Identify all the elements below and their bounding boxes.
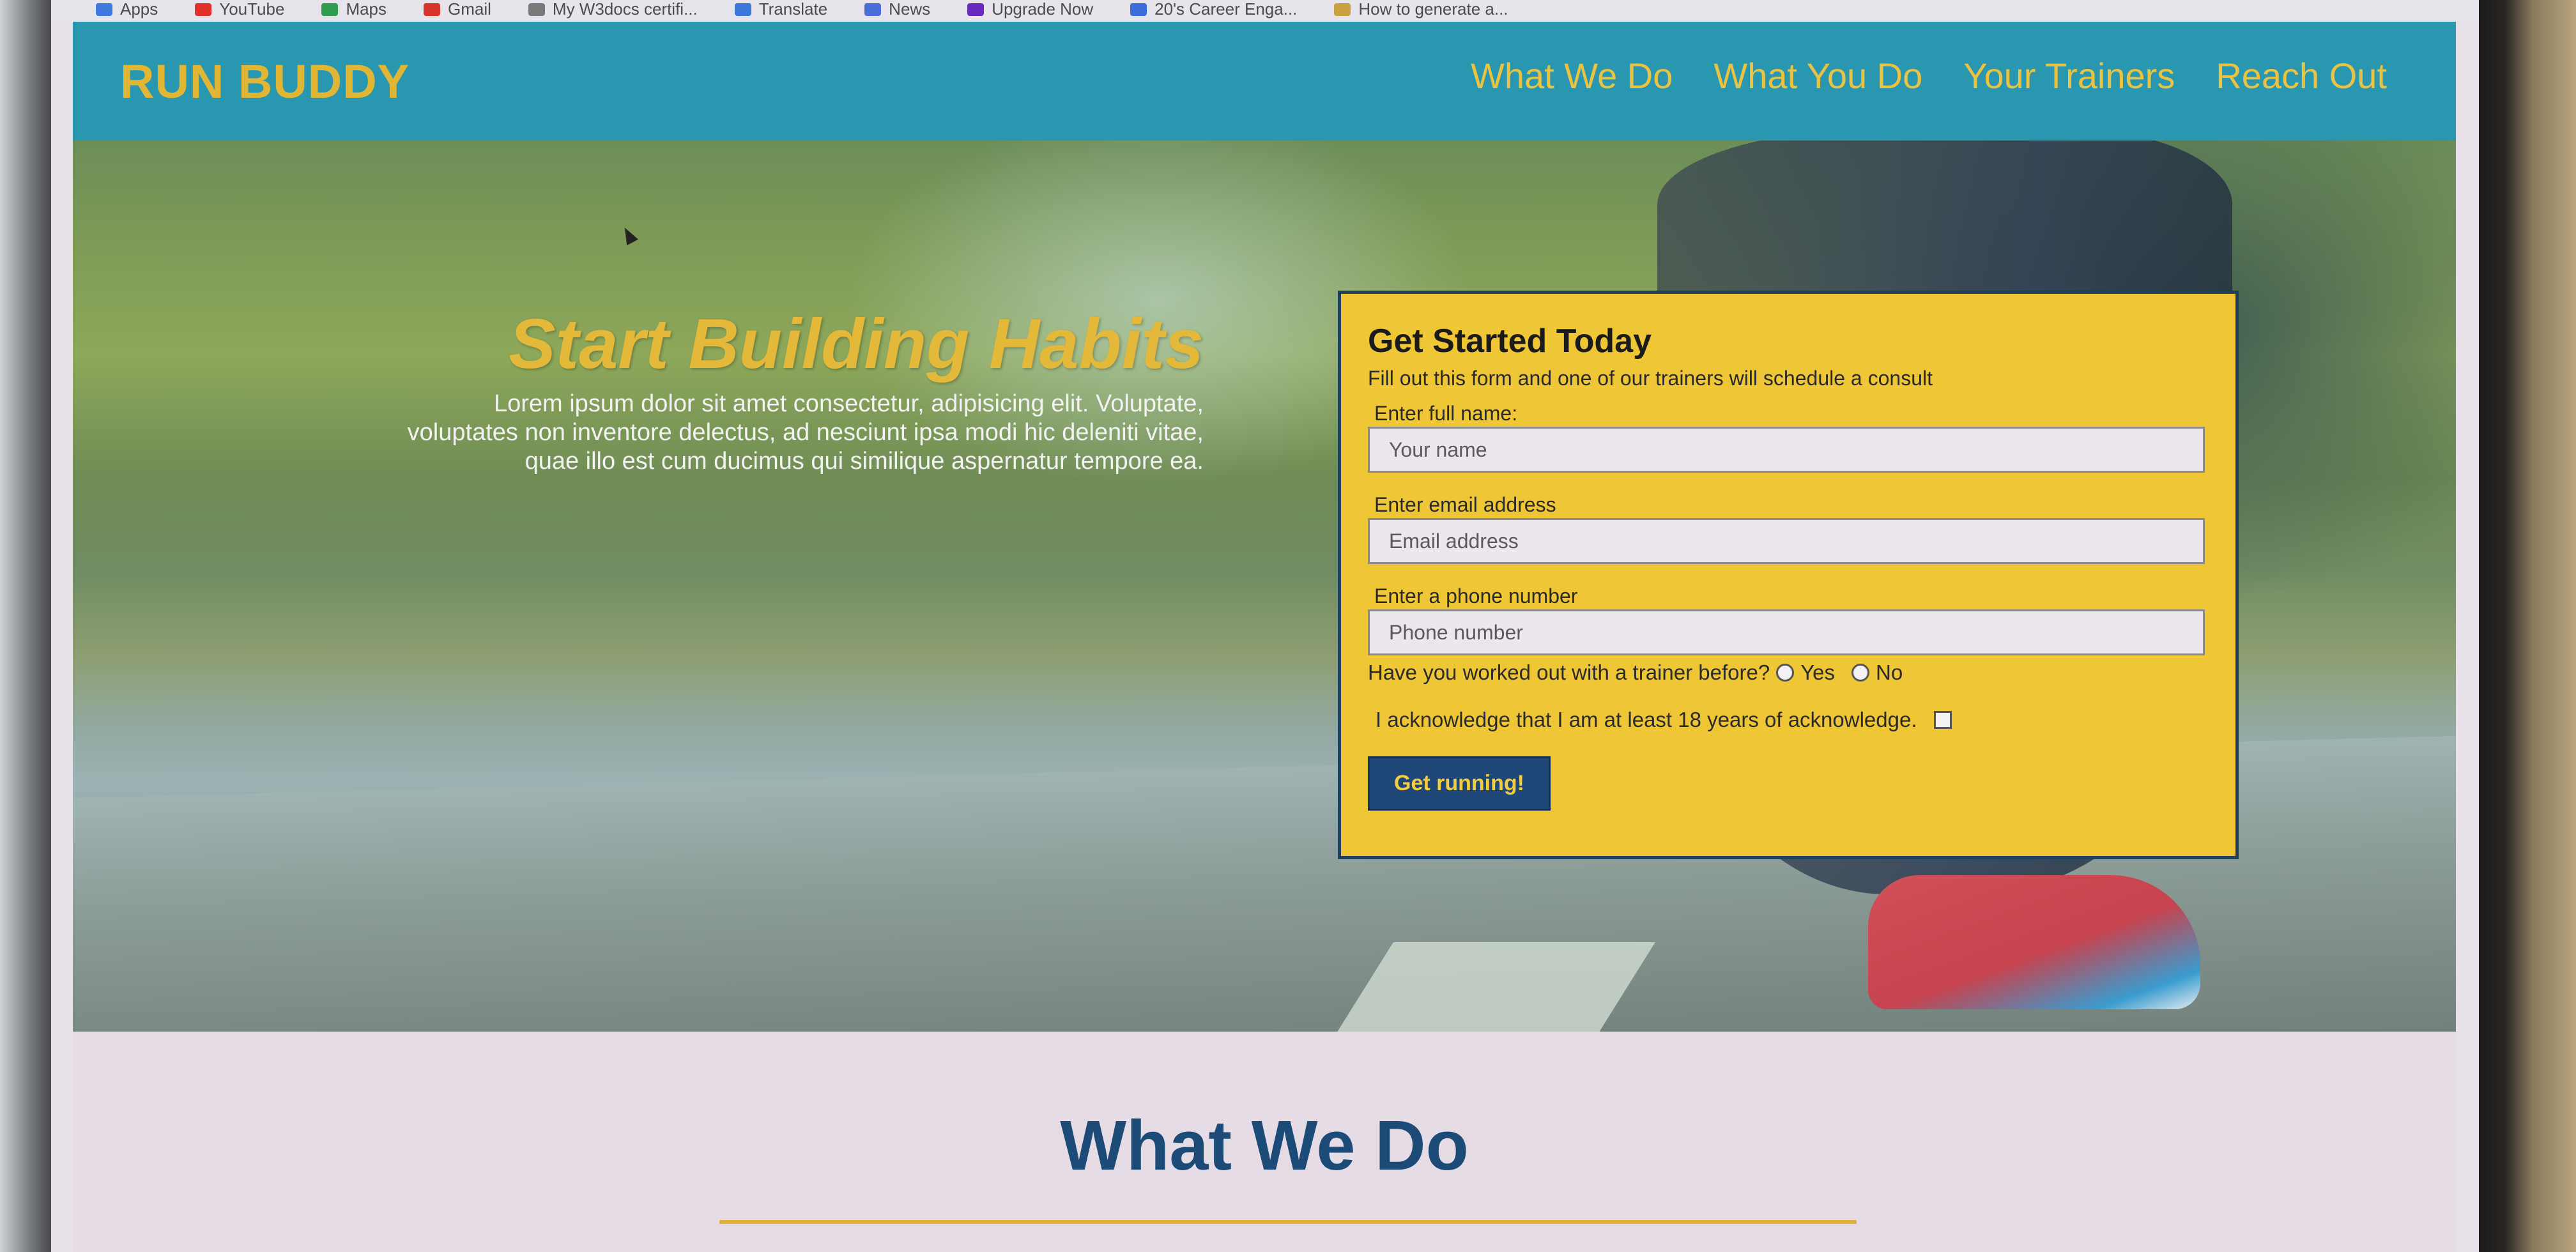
bookmark-label: Apps (120, 0, 158, 19)
bookmark-apps[interactable]: Apps (96, 0, 158, 19)
radio-no-label: No (1876, 660, 1903, 684)
bulb-icon (1334, 3, 1351, 16)
nav-what-we-do[interactable]: What We Do (1471, 55, 1673, 96)
phone-label: Enter a phone number (1374, 584, 1578, 607)
trainer-question-row: Have you worked out with a trainer befor… (1368, 660, 2207, 685)
radio-yes[interactable] (1776, 664, 1795, 682)
site-logo[interactable]: RUN BUDDY (120, 54, 410, 109)
name-label: Enter full name: (1374, 402, 1518, 425)
bookmark-gmail[interactable]: Gmail (424, 0, 491, 19)
bookmark-career[interactable]: 20's Career Enga... (1130, 0, 1297, 19)
folder-icon (528, 3, 545, 16)
bookmark-label: How to generate a... (1358, 0, 1508, 19)
section-divider (719, 1220, 1857, 1224)
nav-reach-out[interactable]: Reach Out (2216, 55, 2387, 96)
bookmark-upgrade[interactable]: Upgrade Now (967, 0, 1093, 19)
nav-what-you-do[interactable]: What You Do (1713, 55, 1922, 96)
bookmark-maps[interactable]: Maps (321, 0, 387, 19)
bookmarks-bar: Apps YouTube Maps Gmail My W3docs certif… (51, 0, 2479, 22)
bookmark-youtube[interactable]: YouTube (195, 0, 284, 19)
bookmark-label: Gmail (448, 0, 491, 19)
form-title: Get Started Today (1368, 323, 1652, 360)
bookmark-label: Upgrade Now (992, 0, 1094, 19)
youtube-icon (195, 3, 212, 16)
gmail-icon (424, 3, 441, 16)
name-input[interactable] (1368, 427, 2205, 473)
acknowledge-label: I acknowledge that I am at least 18 year… (1376, 708, 1917, 731)
bookmark-label: News (889, 0, 931, 19)
translate-icon (734, 3, 751, 16)
globe-icon (1130, 3, 1147, 16)
bookmark-w3docs[interactable]: My W3docs certifi... (528, 0, 698, 19)
signup-form: Get Started Today Fill out this form and… (1338, 291, 2239, 859)
acknowledge-checkbox[interactable] (1933, 711, 1952, 729)
monitor-bezel-right (2467, 0, 2576, 1252)
bookmark-label: My W3docs certifi... (552, 0, 698, 19)
phone-input[interactable] (1368, 609, 2205, 655)
bookmark-howto[interactable]: How to generate a... (1334, 0, 1508, 19)
bookmark-news[interactable]: News (864, 0, 930, 19)
apps-icon (96, 3, 112, 16)
browser-viewport: Apps YouTube Maps Gmail My W3docs certif… (51, 0, 2479, 1252)
bookmark-label: Translate (758, 0, 828, 19)
email-label: Enter email address (1374, 493, 1556, 516)
site-header: RUN BUDDY What We Do What You Do Your Tr… (73, 22, 2456, 141)
email-input[interactable] (1368, 518, 2205, 564)
bookmark-translate[interactable]: Translate (734, 0, 828, 19)
main-nav: What We Do What You Do Your Trainers Rea… (1471, 55, 2387, 96)
hero-text: Start Building Habits Lorem ipsum dolor … (405, 303, 1204, 476)
acknowledge-row: I acknowledge that I am at least 18 year… (1376, 708, 2207, 732)
mouse-cursor-icon (619, 224, 638, 246)
maps-icon (321, 3, 339, 16)
section-title: What We Do (1060, 1106, 1469, 1185)
bookmark-label: Maps (346, 0, 387, 19)
what-we-do-section: What We Do (73, 1032, 2456, 1252)
submit-button[interactable]: Get running! (1368, 756, 1551, 811)
bookmark-label: 20's Career Enga... (1154, 0, 1298, 19)
yahoo-icon (967, 3, 985, 16)
hero-description: Lorem ipsum dolor sit amet consectetur, … (407, 390, 1204, 475)
news-icon (864, 3, 882, 16)
running-shoe-image (1868, 875, 2200, 1009)
nav-your-trainers[interactable]: Your Trainers (1963, 55, 2175, 96)
form-subtitle: Fill out this form and one of our traine… (1368, 367, 1933, 390)
radio-no[interactable] (1851, 664, 1870, 682)
hero-section: Start Building Habits Lorem ipsum dolor … (73, 141, 2456, 1032)
bookmark-label: YouTube (219, 0, 285, 19)
trainer-question: Have you worked out with a trainer befor… (1368, 660, 1770, 684)
radio-yes-label: Yes (1800, 660, 1836, 684)
hero-title: Start Building Habits (509, 305, 1204, 383)
